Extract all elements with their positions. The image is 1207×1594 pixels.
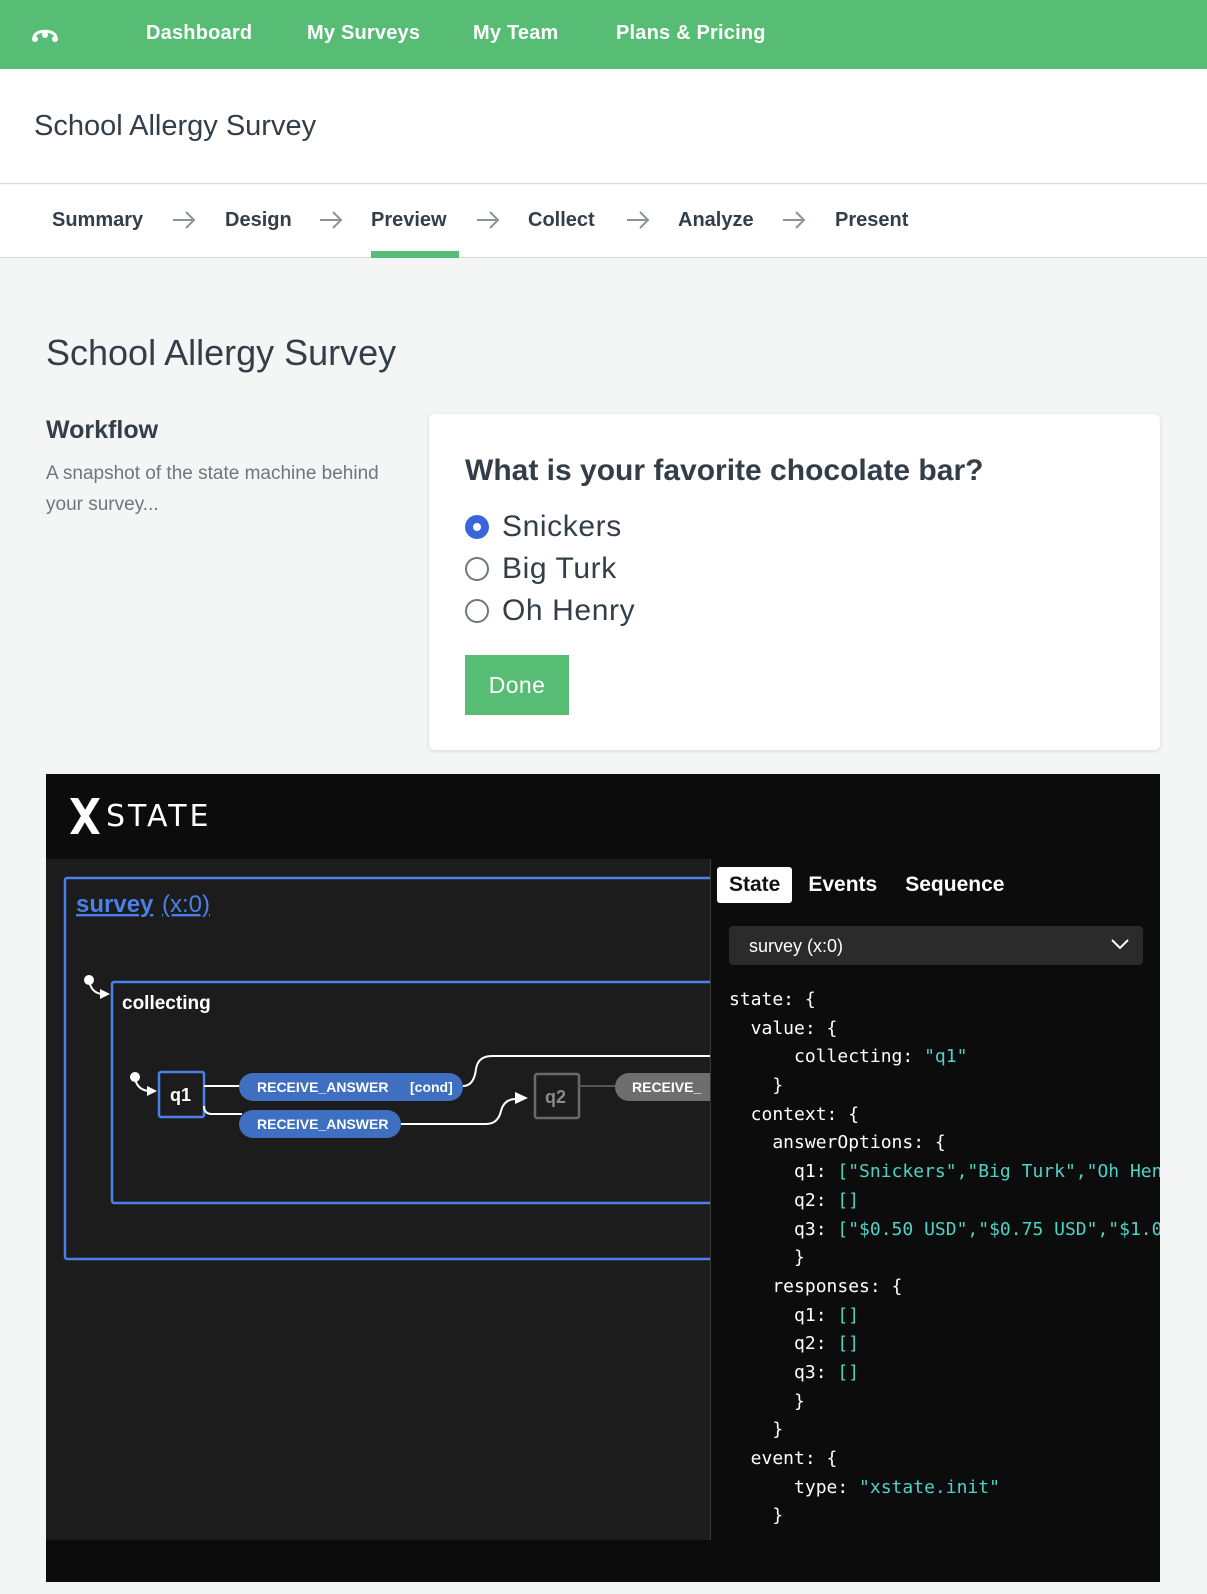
code-line: collecting: "q1" — [729, 1043, 1160, 1072]
code-line: } — [729, 1075, 784, 1097]
tab-events[interactable]: Events — [796, 867, 889, 903]
code-line: state: { — [729, 989, 816, 1010]
radio-checked-icon[interactable] — [465, 515, 489, 539]
code-line: } — [729, 1505, 784, 1527]
tab-preview[interactable]: Preview — [371, 209, 447, 232]
tab-sequence[interactable]: Sequence — [893, 867, 1016, 903]
code-value: "q1" — [924, 1046, 968, 1068]
code-line: q1: ["Snickers","Big Turk","Oh Henry"] — [729, 1158, 1160, 1187]
inspector-tabs: State Events Sequence — [717, 867, 1016, 903]
arrow-right-icon — [627, 211, 650, 229]
workflow-description: A snapshot of the state machine behind y… — [46, 463, 379, 515]
workflow-heading: Workflow — [46, 416, 159, 444]
xstate-visualizer: STATE survey (x:0) collecting q1 RECEIVE… — [46, 774, 1160, 1582]
surveymonkey-logo-icon[interactable] — [30, 20, 60, 48]
machine-select[interactable]: survey (x:0) — [729, 926, 1143, 965]
code-value: [] — [837, 1189, 860, 1211]
tab-analyze[interactable]: Analyze — [678, 209, 754, 232]
page-title: School Allergy Survey — [46, 332, 397, 373]
step-tabs: Summary Design Preview Collect Analyze P… — [0, 185, 1207, 258]
inspector-panel: State Events Sequence survey (x:0) state… — [710, 859, 1160, 1540]
done-button[interactable]: Done — [465, 655, 569, 715]
option-label: Big Turk — [502, 552, 617, 585]
state-json-view: state: { value: { collecting: "q1" } con… — [729, 986, 1160, 1531]
code-value: ["Snickers","Big Turk","Oh Henry"] — [837, 1161, 1160, 1183]
xstate-logo-text: STATE — [106, 799, 212, 834]
code-value: [] — [837, 1333, 860, 1355]
code-value: [] — [837, 1361, 860, 1383]
nav-plans-pricing[interactable]: Plans & Pricing — [616, 22, 766, 45]
code-key: q1: — [729, 1304, 838, 1326]
event-cond-label: [cond] — [410, 1079, 453, 1095]
question-text: What is your favorite chocolate bar? — [465, 454, 984, 487]
code-line: event: { — [729, 1448, 838, 1469]
nav-my-surveys[interactable]: My Surveys — [307, 22, 420, 45]
tab-state[interactable]: State — [717, 867, 793, 903]
arrow-right-icon — [477, 211, 500, 229]
code-value: "xstate.init" — [859, 1476, 1000, 1498]
code-key: q2: — [729, 1333, 838, 1355]
nav-dashboard[interactable]: Dashboard — [146, 22, 252, 45]
xstate-logo-icon — [70, 798, 100, 834]
state-survey-label[interactable]: survey — [76, 891, 154, 918]
event-label: RECEIVE_ANSWER — [257, 1079, 388, 1095]
event-label: RECEIVE_ANSWER — [257, 1116, 388, 1132]
state-q2-label: q2 — [545, 1087, 566, 1107]
xstate-footer — [46, 1540, 1160, 1582]
code-line: answerOptions: { — [729, 1132, 946, 1154]
event-label: RECEIVE_ — [632, 1079, 701, 1095]
code-value: [] — [837, 1304, 860, 1326]
code-line: responses: { — [729, 1275, 903, 1297]
code-line: value: { — [729, 1017, 838, 1039]
state-survey-id: (x:0) — [162, 891, 210, 918]
code-line: q3: [] — [729, 1359, 1160, 1388]
machine-select-value: survey (x:0) — [749, 936, 844, 956]
state-q1-label: q1 — [170, 1085, 191, 1105]
code-line: q3: ["$0.50 USD","$0.75 USD","$1.00 USD"… — [729, 1216, 1160, 1245]
option-label: Snickers — [502, 510, 622, 543]
active-tab-indicator — [371, 251, 459, 258]
option-big-turk[interactable]: Big Turk — [465, 552, 617, 586]
top-nav: Dashboard My Surveys My Team Plans & Pri… — [0, 0, 1207, 69]
code-key: q2: — [729, 1189, 838, 1211]
code-key: q3: — [729, 1218, 838, 1240]
chevron-down-icon — [1111, 939, 1129, 950]
code-line: type: "xstate.init" — [729, 1474, 1160, 1503]
nav-my-team[interactable]: My Team — [473, 22, 559, 45]
code-line: q2: [] — [729, 1187, 1160, 1216]
code-line: } — [729, 1247, 805, 1269]
code-line: } — [729, 1390, 805, 1412]
tab-present[interactable]: Present — [835, 209, 908, 232]
option-oh-henry[interactable]: Oh Henry — [465, 594, 635, 628]
state-chart-canvas[interactable]: survey (x:0) collecting q1 RECEIVE_ANSWE… — [46, 859, 710, 1540]
code-key: collecting: — [729, 1046, 925, 1068]
code-line: } — [729, 1419, 784, 1441]
survey-header: School Allergy Survey — [0, 69, 1207, 184]
arrow-right-icon — [783, 211, 806, 229]
code-line: q1: [] — [729, 1302, 1160, 1331]
option-label: Oh Henry — [502, 594, 636, 627]
radio-unchecked-icon[interactable] — [465, 557, 489, 581]
radio-unchecked-icon[interactable] — [465, 599, 489, 623]
tab-collect[interactable]: Collect — [528, 209, 595, 232]
question-card: What is your favorite chocolate bar? Sni… — [429, 414, 1160, 750]
code-line: context: { — [729, 1103, 860, 1125]
code-key: type: — [729, 1476, 860, 1498]
option-snickers[interactable]: Snickers — [465, 510, 622, 544]
code-line: q2: [] — [729, 1330, 1160, 1359]
tab-design[interactable]: Design — [225, 209, 292, 232]
code-value: ["$0.50 USD","$0.75 USD","$1.00 USD"] — [837, 1218, 1160, 1240]
arrow-right-icon — [173, 211, 196, 229]
code-key: q3: — [729, 1361, 838, 1383]
survey-title: School Allergy Survey — [34, 110, 317, 142]
tab-summary[interactable]: Summary — [52, 209, 143, 232]
xstate-header: STATE — [46, 774, 1160, 859]
arrow-right-icon — [320, 211, 343, 229]
code-key: q1: — [729, 1161, 838, 1183]
state-collecting-label: collecting — [122, 993, 211, 1014]
